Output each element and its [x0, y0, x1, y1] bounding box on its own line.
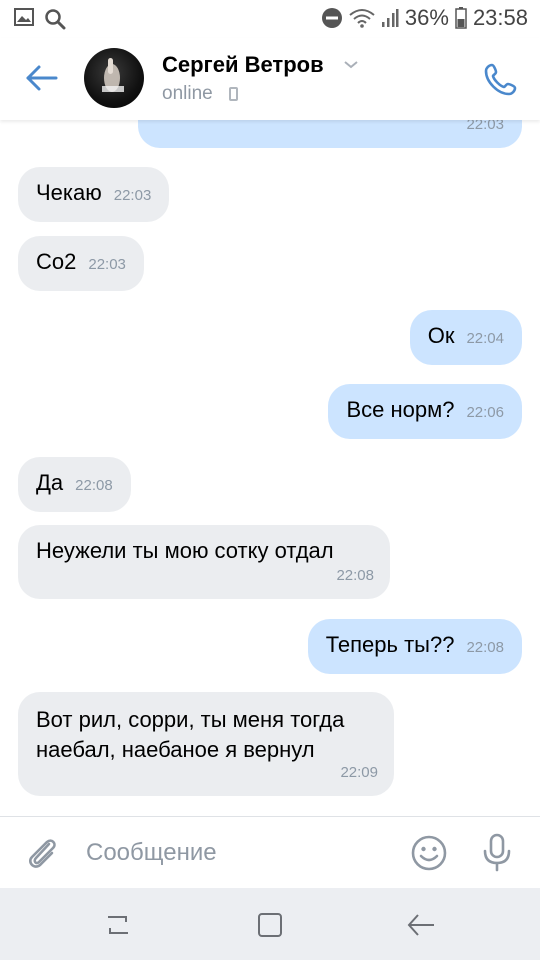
message-time: 22:03 — [88, 256, 126, 273]
emoji-icon[interactable] — [410, 834, 448, 872]
message-composer: Сообщение — [0, 816, 540, 889]
mobile-device-icon — [229, 87, 238, 101]
phone-icon[interactable] — [484, 62, 518, 96]
chat-header: Сергей Ветров online — [0, 38, 540, 120]
message-text-line: наебал, наебаное я вернул — [36, 737, 315, 762]
wifi-icon — [349, 9, 375, 28]
search-icon — [45, 9, 66, 30]
recent-apps-icon[interactable] — [104, 912, 132, 938]
message-time: 22:08 — [75, 477, 113, 494]
message-text-line: Вот рил, сорри, ты меня тогда — [36, 707, 345, 732]
contact-name[interactable]: Сергей Ветров — [162, 52, 324, 78]
avatar[interactable] — [84, 48, 144, 108]
message-input[interactable]: Сообщение — [86, 839, 217, 867]
do-not-disturb-icon — [321, 8, 342, 28]
contact-status: online — [162, 83, 213, 104]
message-list[interactable]: 22:03 Чекаю 22:03 Со2 22:03 Ок 22:04 Все… — [0, 120, 540, 816]
message-time: 22:09 — [340, 764, 378, 781]
message-time: 22:03 — [113, 187, 152, 204]
microphone-icon[interactable] — [481, 833, 513, 873]
battery-icon — [455, 7, 467, 29]
status-bar: 36% 23:58 — [0, 0, 540, 38]
message-text: Чекаю — [36, 180, 102, 205]
clock: 23:58 — [472, 5, 528, 30]
message-bubble-incoming[interactable]: Со2 22:03 — [18, 236, 144, 291]
message-bubble-outgoing[interactable]: Теперь ты?? 22:08 — [307, 619, 522, 674]
back-arrow-icon[interactable] — [24, 62, 60, 94]
message-time: 22:04 — [466, 330, 504, 347]
message-bubble-incoming[interactable]: Да 22:08 — [18, 457, 131, 512]
system-nav-bar — [0, 888, 540, 960]
back-icon[interactable] — [406, 912, 436, 938]
home-icon[interactable] — [257, 912, 283, 938]
signal-icon — [381, 9, 399, 27]
message-bubble-incoming[interactable]: Чекаю 22:03 — [18, 167, 170, 222]
message-time: 22:08 — [336, 567, 374, 584]
battery-percent: 36% — [404, 5, 449, 30]
message-time: 22:03 — [466, 120, 504, 133]
message-bubble-incoming[interactable]: Неужели ты мою сотку отдал 22:08 — [18, 525, 390, 599]
attach-icon[interactable] — [24, 834, 60, 872]
message-time: 22:06 — [466, 404, 504, 421]
message-time: 22:08 — [466, 639, 504, 656]
message-text: Неужели ты мою сотку отдал — [36, 538, 334, 563]
chevron-down-icon[interactable] — [343, 60, 359, 70]
message-bubble-outgoing[interactable]: 22:03 — [138, 120, 522, 148]
message-bubble-outgoing[interactable]: Ок 22:04 — [409, 310, 522, 365]
message-text: Да — [36, 470, 64, 495]
gallery-icon — [14, 8, 34, 26]
message-bubble-outgoing[interactable]: Все норм? 22:06 — [328, 384, 522, 439]
message-text: Все норм? — [346, 397, 455, 422]
message-text: Теперь ты?? — [325, 632, 455, 657]
message-text: Со2 — [36, 249, 77, 274]
message-text: Ок — [427, 323, 455, 348]
message-bubble-incoming[interactable]: Вот рил, сорри, ты меня тогда наебал, на… — [18, 692, 394, 796]
